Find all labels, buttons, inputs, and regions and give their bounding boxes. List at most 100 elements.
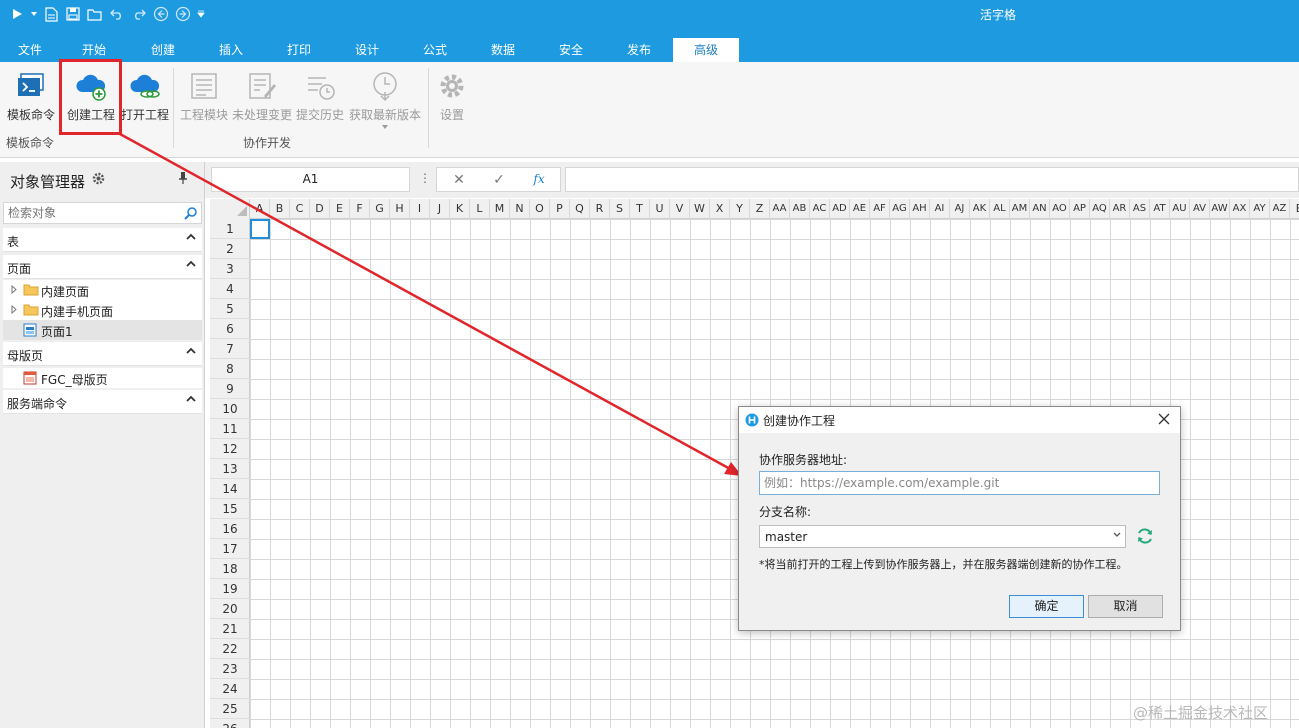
server-address-field[interactable] (759, 471, 1160, 495)
row-header-cell[interactable]: 26 (210, 719, 250, 728)
column-header-cell[interactable]: AP (1070, 199, 1090, 219)
column-header-cell[interactable]: AC (810, 199, 830, 219)
column-header-cell[interactable]: B (270, 199, 290, 219)
column-header-cell[interactable]: AZ (1270, 199, 1290, 219)
row-header-cell[interactable]: 17 (210, 539, 250, 559)
column-header-cell[interactable]: Y (730, 199, 750, 219)
column-header-cell[interactable]: AH (910, 199, 930, 219)
column-header-cell[interactable]: F (350, 199, 370, 219)
column-header-cell[interactable]: AT (1150, 199, 1170, 219)
column-header-cell[interactable]: P (550, 199, 570, 219)
active-cell[interactable] (250, 219, 270, 239)
row-header-cell[interactable]: 7 (210, 339, 250, 359)
section-server-command[interactable]: 服务端命令 (3, 390, 202, 414)
settings-button[interactable]: 设置 (434, 68, 470, 126)
column-header-cell[interactable]: O (530, 199, 550, 219)
tab-security[interactable]: 安全 (541, 38, 601, 62)
section-table[interactable]: 表 (3, 228, 202, 252)
tree-item-page1[interactable]: 页面1 (3, 320, 202, 340)
column-header-cell[interactable]: AO (1050, 199, 1070, 219)
more-icon[interactable]: ⋮ (419, 171, 431, 185)
template-command-button[interactable]: 模板命令 (6, 68, 56, 126)
name-box[interactable]: A1 (211, 167, 410, 192)
row-header-cell[interactable]: 20 (210, 599, 250, 619)
tab-advanced[interactable]: 高级 (673, 38, 739, 62)
project-module-button[interactable]: 工程模块 (178, 68, 230, 126)
row-header-cell[interactable]: 11 (210, 419, 250, 439)
column-header-cell[interactable]: AI (930, 199, 950, 219)
column-header-cell[interactable]: AY (1250, 199, 1270, 219)
column-header-cell[interactable]: U (650, 199, 670, 219)
column-header-cell[interactable]: AK (970, 199, 990, 219)
tab-print[interactable]: 打印 (269, 38, 329, 62)
column-header-cell[interactable]: Z (750, 199, 770, 219)
row-header-cell[interactable]: 2 (210, 239, 250, 259)
column-header-cell[interactable]: T (630, 199, 650, 219)
column-header-cell[interactable]: AW (1210, 199, 1230, 219)
tab-data[interactable]: 数据 (473, 38, 533, 62)
cancel-button[interactable]: 取消 (1088, 595, 1163, 618)
chevron-up-icon[interactable] (186, 395, 196, 403)
gear-icon[interactable] (92, 172, 105, 185)
tree-item-builtin-pages[interactable]: 内建页面 (3, 280, 202, 300)
back-icon[interactable] (152, 5, 170, 23)
column-header-cell[interactable]: AM (1010, 199, 1030, 219)
column-header-cell[interactable]: AB (790, 199, 810, 219)
row-header-cell[interactable]: 4 (210, 279, 250, 299)
search-icon[interactable] (184, 206, 198, 220)
select-all-corner[interactable] (210, 199, 250, 219)
close-icon[interactable] (1156, 411, 1172, 427)
pin-icon[interactable] (178, 171, 188, 185)
column-header-cell[interactable]: D (310, 199, 330, 219)
column-header-cell[interactable]: J (430, 199, 450, 219)
tree-item-builtin-mobile-pages[interactable]: 内建手机页面 (3, 300, 202, 320)
object-search-box[interactable] (3, 202, 202, 224)
row-header-cell[interactable]: 25 (210, 699, 250, 719)
row-header-cell[interactable]: 8 (210, 359, 250, 379)
row-header-cell[interactable]: 6 (210, 319, 250, 339)
row-header-cell[interactable]: 21 (210, 619, 250, 639)
tree-item-master-page[interactable]: FGC_母版页 (3, 368, 202, 388)
tab-design[interactable]: 设计 (337, 38, 397, 62)
column-header-cell[interactable]: V (670, 199, 690, 219)
tab-file[interactable]: 文件 (0, 38, 60, 62)
tab-formula[interactable]: 公式 (405, 38, 465, 62)
row-header-cell[interactable]: 19 (210, 579, 250, 599)
column-header-cell[interactable]: I (410, 199, 430, 219)
row-header-cell[interactable]: 15 (210, 499, 250, 519)
column-header-cell[interactable]: G (370, 199, 390, 219)
open-project-button[interactable]: 打开工程 (120, 68, 170, 126)
server-address-input[interactable] (760, 472, 1155, 494)
column-header-cell[interactable]: K (450, 199, 470, 219)
column-header-cell[interactable]: M (490, 199, 510, 219)
column-header-cell[interactable]: AJ (950, 199, 970, 219)
row-header-cell[interactable]: 12 (210, 439, 250, 459)
column-header-cell[interactable]: AV (1190, 199, 1210, 219)
forward-icon[interactable] (174, 5, 192, 23)
confirm-formula-icon[interactable]: ✓ (489, 172, 509, 188)
row-header-cell[interactable]: 1 (210, 219, 250, 239)
insert-function-icon[interactable]: fx (529, 172, 549, 188)
column-header-cell[interactable]: AQ (1090, 199, 1110, 219)
tab-publish[interactable]: 发布 (609, 38, 669, 62)
column-header-cell[interactable]: E (330, 199, 350, 219)
chevron-up-icon[interactable] (186, 260, 196, 268)
column-header-cell[interactable]: AX (1230, 199, 1250, 219)
open-folder-icon[interactable] (86, 5, 104, 23)
row-header-cell[interactable]: 10 (210, 399, 250, 419)
column-header-cell[interactable]: L (470, 199, 490, 219)
redo-icon[interactable] (130, 5, 148, 23)
uncommitted-changes-button[interactable]: 未处理变更 (231, 68, 293, 126)
chevron-up-icon[interactable] (186, 233, 196, 241)
ok-button[interactable]: 确定 (1009, 595, 1084, 618)
row-header-cell[interactable]: 3 (210, 259, 250, 279)
column-header-cell[interactable]: AF (870, 199, 890, 219)
undo-icon[interactable] (108, 5, 126, 23)
column-header-cell[interactable]: R (590, 199, 610, 219)
formula-input[interactable] (565, 167, 1299, 192)
commit-history-button[interactable]: 提交历史 (294, 68, 346, 126)
column-header-cell[interactable]: A (250, 199, 270, 219)
chevron-up-icon[interactable] (186, 347, 196, 355)
cancel-formula-icon[interactable]: ✕ (449, 172, 469, 188)
row-header-cell[interactable]: 22 (210, 639, 250, 659)
